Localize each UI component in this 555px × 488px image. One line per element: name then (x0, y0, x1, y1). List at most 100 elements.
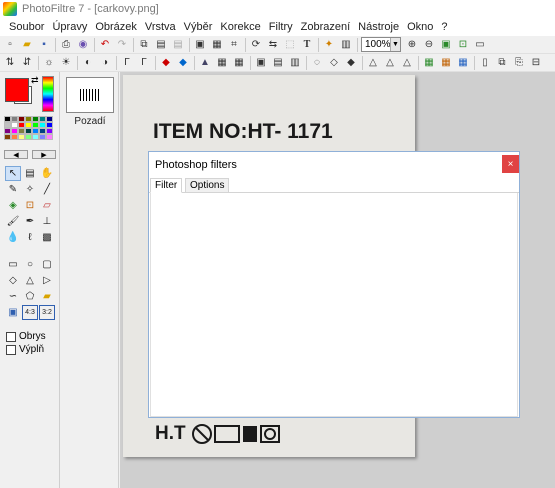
canvas-size-icon[interactable]: ▦ (210, 38, 224, 52)
menu-help[interactable]: ? (441, 21, 447, 33)
layer-merge-icon[interactable]: ⎘ (512, 56, 526, 70)
gamma-down-icon[interactable]: ◆ (176, 56, 190, 70)
brush-icon[interactable]: 🖌 (5, 214, 21, 229)
select-all-icon[interactable]: ▣ (5, 305, 21, 320)
actual-size-icon[interactable]: ▣ (439, 38, 453, 52)
hue-icon[interactable]: ▦ (456, 56, 470, 70)
spray-icon[interactable]: ⊡ (22, 198, 38, 213)
palette-swatch[interactable] (11, 134, 18, 140)
layer-delete-icon[interactable]: ⊟ (529, 56, 543, 70)
rounded-rect-icon[interactable]: ▢ (39, 257, 55, 272)
saturation-down-icon[interactable]: Γ (137, 56, 151, 70)
sepia-icon[interactable]: ▦ (215, 56, 229, 70)
hand-icon[interactable]: ✋ (39, 166, 55, 181)
sharpen-more-icon[interactable]: ◆ (344, 56, 358, 70)
triangle-b-icon[interactable]: △ (383, 56, 397, 70)
menu-zobrazeni[interactable]: Zobrazení (301, 21, 351, 33)
saturation-up-icon[interactable]: Γ (120, 56, 134, 70)
save-icon[interactable]: ▪ (37, 38, 51, 52)
menu-soubor[interactable]: Soubor (9, 21, 44, 33)
image-selection-icon[interactable]: ▤ (22, 166, 38, 181)
fill-bucket-icon[interactable]: ◈ (5, 198, 21, 213)
layer-thumbnail[interactable] (66, 77, 114, 113)
auto-levels-icon[interactable]: ⇅ (3, 56, 17, 70)
paste-new-icon[interactable]: ▤ (171, 38, 185, 52)
antialias-icon[interactable]: ▣ (254, 56, 268, 70)
swap-colors-icon[interactable]: ⇄ (31, 75, 39, 86)
triangle-a-icon[interactable]: △ (366, 56, 380, 70)
palette-prev-button[interactable]: ◀ (4, 150, 28, 159)
print-icon[interactable]: ⎙ (59, 38, 73, 52)
palette-swatch[interactable] (18, 134, 25, 140)
palette-swatch[interactable] (4, 134, 11, 140)
flip-icon[interactable]: ⇆ (266, 38, 280, 52)
paste-icon[interactable]: ▤ (154, 38, 168, 52)
foreground-color-swatch[interactable] (5, 78, 29, 102)
ratio-32-icon[interactable]: 3:2 (39, 305, 55, 320)
crop-icon[interactable]: ⌗ (227, 38, 241, 52)
fill-checkbox[interactable] (6, 344, 16, 355)
gamma-up-icon[interactable]: ◆ (159, 56, 173, 70)
palette-swatch[interactable] (46, 134, 53, 140)
blur-icon[interactable]: ▥ (288, 56, 302, 70)
contrast-down-icon[interactable]: ◑ (98, 56, 112, 70)
fullscreen-icon[interactable]: ▭ (473, 38, 487, 52)
menu-korekce[interactable]: Korekce (220, 21, 260, 33)
brightness-up-icon[interactable]: ☼ (42, 56, 56, 70)
tab-options[interactable]: Options (185, 178, 230, 193)
text-icon[interactable]: T (300, 38, 314, 52)
layer-icon[interactable]: ▯ (478, 56, 492, 70)
menu-filtry[interactable]: Filtry (269, 21, 293, 33)
line-icon[interactable]: ╱ (39, 182, 55, 197)
frame-icon[interactable]: ⬚ (283, 38, 297, 52)
stamp-icon[interactable]: ⊥ (39, 214, 55, 229)
tab-filter[interactable]: Filter (150, 178, 183, 193)
contrast-up-icon[interactable]: ◐ (81, 56, 95, 70)
rotate-icon[interactable]: ⟳ (249, 38, 263, 52)
redo-icon[interactable]: ↷ (115, 38, 129, 52)
sharpen-icon[interactable]: ◇ (327, 56, 341, 70)
layer-copy-icon[interactable]: ⧉ (495, 56, 509, 70)
menu-upravy[interactable]: Úpravy (52, 21, 87, 33)
rectangle-icon[interactable]: ▭ (5, 257, 21, 272)
zoom-in-icon[interactable]: ⊕ (405, 38, 419, 52)
triangle-icon[interactable]: △ (22, 273, 38, 288)
new-file-icon[interactable]: ▫ (3, 38, 17, 52)
polygon-icon[interactable]: ⬠ (22, 289, 38, 304)
chevron-down-icon[interactable]: ▼ (390, 38, 400, 51)
image-explorer-icon[interactable]: ▥ (339, 38, 353, 52)
close-icon[interactable]: × (502, 155, 519, 173)
brightness-down-icon[interactable]: ☀ (59, 56, 73, 70)
advanced-brush-icon[interactable]: ✒ (22, 214, 38, 229)
fill-option[interactable]: Výplň (6, 344, 44, 355)
menu-okno[interactable]: Okno (407, 21, 433, 33)
arrow-right-icon[interactable]: ▷ (39, 273, 55, 288)
folder-shape-icon[interactable]: ▰ (39, 289, 55, 304)
menu-vyber[interactable]: Výběr (184, 21, 213, 33)
noise-icon[interactable]: ▤ (271, 56, 285, 70)
diamond-icon[interactable]: ◇ (5, 273, 21, 288)
blur-drop-icon[interactable]: 💧 (5, 230, 21, 245)
auto-contrast-icon[interactable]: ⇵ (20, 56, 34, 70)
smudge-icon[interactable]: ℓ (22, 230, 38, 245)
ratio-43-icon[interactable]: 4:3 (22, 305, 38, 320)
soften-icon[interactable]: ◌ (310, 56, 324, 70)
eraser-icon[interactable]: ▱ (39, 198, 55, 213)
negative-icon[interactable]: ▦ (232, 56, 246, 70)
grayscale-icon[interactable]: ▲ (198, 56, 212, 70)
lasso-icon[interactable]: ∽ (5, 289, 21, 304)
rgb-icon[interactable]: ▦ (422, 56, 436, 70)
zoom-select[interactable]: 100% ▼ (361, 37, 401, 52)
magic-wand-icon[interactable]: ✧ (22, 182, 38, 197)
color-spectrum[interactable] (42, 76, 54, 112)
undo-icon[interactable]: ↶ (98, 38, 112, 52)
ellipse-icon[interactable]: ○ (22, 257, 38, 272)
outline-option[interactable]: Obrys (6, 331, 46, 342)
palette-swatch[interactable] (25, 134, 32, 140)
open-folder-icon[interactable]: ▰ (20, 38, 34, 52)
dialog-title-bar[interactable]: Photoshop filters × (149, 152, 519, 177)
clone-icon[interactable]: ▩ (39, 230, 55, 245)
triangle-c-icon[interactable]: △ (400, 56, 414, 70)
automation-icon[interactable]: ✦ (322, 38, 336, 52)
menu-obrazek[interactable]: Obrázek (95, 21, 137, 33)
